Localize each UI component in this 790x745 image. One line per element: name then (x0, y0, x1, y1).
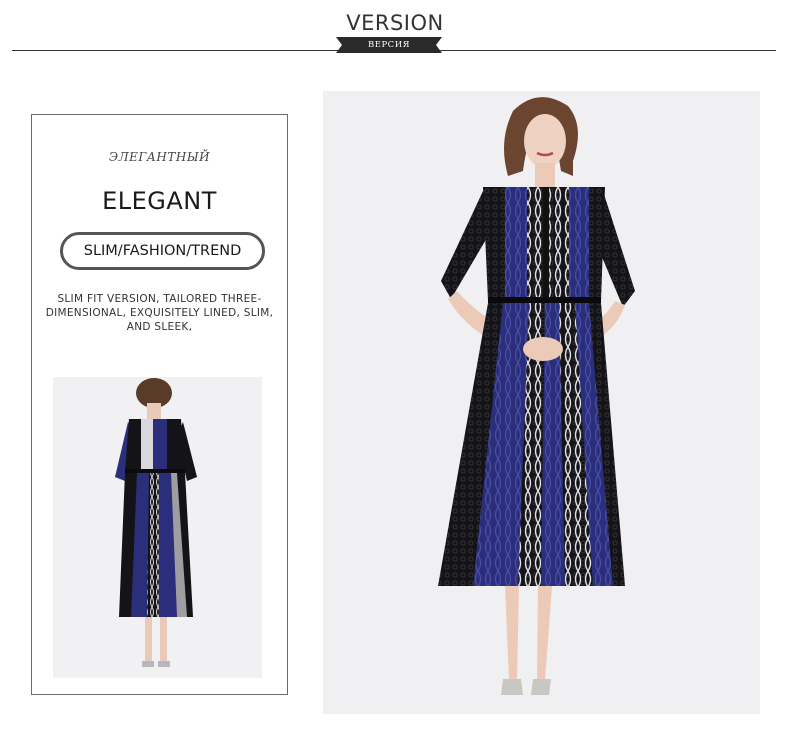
card-subtitle: ЭЛЕГАНТНЫЙ (108, 150, 211, 164)
section-title: VERSION (346, 11, 444, 35)
dress-front-view-photo (323, 91, 760, 714)
feature-tags-pill: SLIM/FASHION/TREND (60, 232, 265, 270)
info-card: ЭЛЕГАНТНЫЙ ELEGANT SLIM/FASHION/TREND SL… (31, 114, 288, 695)
ribbon-label: ВЕРСИЯ (368, 40, 410, 50)
dress-back-view-photo (53, 377, 262, 678)
header-ribbon-badge: ВЕРСИЯ (336, 37, 442, 53)
card-title: ELEGANT (102, 187, 217, 215)
card-description: SLIM FIT VERSION, TAILORED THREE-DIMENSI… (45, 293, 274, 333)
